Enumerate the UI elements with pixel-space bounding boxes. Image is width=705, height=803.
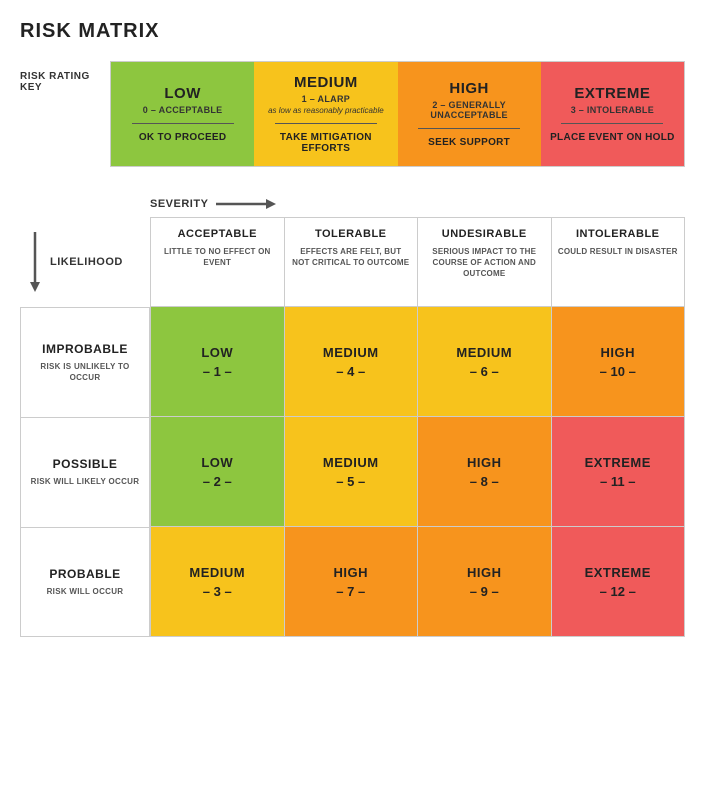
rating-cell-low: LOW 0 – ACCEPTABLE OK TO PROCEED <box>111 62 254 166</box>
cell-rating-possible-3: EXTREME <box>585 455 651 470</box>
likelihood-rows-container: IMPROBABLE RISK IS UNLIKELY TO OCCUR POSSI… <box>20 307 150 637</box>
severity-row: SEVERITY <box>20 195 685 213</box>
matrix-header-tolerable: TOLERABLE EFFECTS ARE FELT, BUT NOT CRITI… <box>284 217 418 307</box>
cell-rating-possible-0: LOW <box>201 455 233 470</box>
cell-number-possible-1: – 5 – <box>336 474 365 489</box>
rating-action-low: OK TO PROCEED <box>139 132 227 143</box>
rating-sub-low: 0 – ACCEPTABLE <box>143 105 223 115</box>
matrix-cell-possible-1: MEDIUM – 5 – <box>284 417 418 527</box>
risk-rating-section: RISK RATING KEY LOW 0 – ACCEPTABLE OK TO P… <box>20 61 685 167</box>
cell-rating-probable-0: MEDIUM <box>189 565 245 580</box>
matrix-cell-improbable-1: MEDIUM – 4 – <box>284 307 418 417</box>
rating-action-extreme: PLACE EVENT ON HOLD <box>550 132 675 143</box>
likelihood-main-possible: POSSIBLE <box>53 457 118 471</box>
rating-sub-extreme: 3 – INTOLERABLE <box>571 105 654 115</box>
matrix-cell-improbable-3: HIGH – 10 – <box>551 307 686 417</box>
cell-number-possible-2: – 8 – <box>470 474 499 489</box>
matrix-header-undesirable: UNDESIRABLE SERIOUS IMPACT TO THE COURSE … <box>417 217 551 307</box>
risk-rating-label: RISK RATING KEY <box>20 61 110 93</box>
cell-number-improbable-0: – 1 – <box>203 364 232 379</box>
matrix-row-possible: LOW – 2 – MEDIUM – 5 – HIGH – 8 – EXTREME – 11 … <box>150 417 685 527</box>
cell-rating-improbable-2: MEDIUM <box>456 345 512 360</box>
rating-main-medium: MEDIUM <box>294 74 358 91</box>
rating-cell-high: HIGH 2 – GENERALLY UNACCEPTABLE SEEK SUPPO… <box>398 62 541 166</box>
rating-main-low: LOW <box>164 85 201 102</box>
rating-divider-medium <box>275 123 377 124</box>
cell-rating-possible-2: HIGH <box>467 455 502 470</box>
rating-cell-extreme: EXTREME 3 – INTOLERABLE PLACE EVENT ON HOL… <box>541 62 684 166</box>
matrix-cell-possible-2: HIGH – 8 – <box>417 417 551 527</box>
cell-rating-probable-1: HIGH <box>334 565 369 580</box>
matrix-cell-possible-3: EXTREME – 11 – <box>551 417 686 527</box>
matrix-section: SEVERITY LIKELIHOOD IMPROBABLE RISK IS UN… <box>20 195 685 637</box>
cell-number-improbable-2: – 6 – <box>470 364 499 379</box>
likelihood-arrow-icon <box>26 232 44 292</box>
severity-arrow-icon <box>216 195 276 213</box>
likelihood-sub-improbable: RISK IS UNLIKELY TO OCCUR <box>29 361 141 383</box>
rating-italic-medium: as low as reasonably practicable <box>268 106 384 115</box>
likelihood-label: LIKELIHOOD <box>50 256 123 268</box>
matrix-header-main-undesirable: UNDESIRABLE <box>442 228 527 240</box>
rating-divider-extreme <box>561 123 663 124</box>
page-title: RISK MATRIX <box>20 20 685 43</box>
likelihood-header-cell: LIKELIHOOD <box>20 217 150 307</box>
matrix-header-sub-acceptable: LITTLE TO NO EFFECT ON EVENT <box>157 246 278 268</box>
likelihood-cell-improbable: IMPROBABLE RISK IS UNLIKELY TO OCCUR <box>20 307 150 417</box>
matrix-cell-improbable-2: MEDIUM – 6 – <box>417 307 551 417</box>
rating-main-high: HIGH <box>449 80 489 97</box>
matrix-header-main-intolerable: INTOLERABLE <box>576 228 660 240</box>
likelihood-main-improbable: IMPROBABLE <box>42 342 128 356</box>
likelihood-sub-probable: RISK WILL OCCUR <box>47 586 124 597</box>
likelihood-cell-possible: POSSIBLE RISK WILL LIKELY OCCUR <box>20 417 150 527</box>
cell-rating-probable-2: HIGH <box>467 565 502 580</box>
matrix-data-rows: LOW – 1 – MEDIUM – 4 – MEDIUM – 6 – HIGH – 10 –… <box>150 307 685 637</box>
cell-number-probable-3: – 12 – <box>600 584 636 599</box>
matrix-header-main-tolerable: TOLERABLE <box>315 228 387 240</box>
cell-rating-improbable-3: HIGH <box>601 345 636 360</box>
rating-divider-high <box>418 128 520 129</box>
matrix-cell-probable-1: HIGH – 7 – <box>284 527 418 637</box>
matrix-header-intolerable: INTOLERABLE COULD RESULT IN DISASTER <box>551 217 686 307</box>
severity-label: SEVERITY <box>150 198 208 210</box>
matrix-container: LIKELIHOOD IMPROBABLE RISK IS UNLIKELY TO… <box>20 217 685 637</box>
rating-sub-high: 2 – GENERALLY UNACCEPTABLE <box>406 100 533 120</box>
rating-key-grid: LOW 0 – ACCEPTABLE OK TO PROCEED MEDIUM 1 – … <box>110 61 685 167</box>
matrix-cell-possible-0: LOW – 2 – <box>150 417 284 527</box>
matrix-header-sub-undesirable: SERIOUS IMPACT TO THE COURSE OF ACTION A… <box>424 246 545 280</box>
matrix-header-row: ACCEPTABLE LITTLE TO NO EFFECT ON EVENT TO… <box>150 217 685 307</box>
matrix-header-main-acceptable: ACCEPTABLE <box>178 228 257 240</box>
rating-main-extreme: EXTREME <box>574 85 650 102</box>
matrix-cell-probable-0: MEDIUM – 3 – <box>150 527 284 637</box>
cell-number-improbable-1: – 4 – <box>336 364 365 379</box>
matrix-header-sub-tolerable: EFFECTS ARE FELT, BUT NOT CRITICAL TO OU… <box>291 246 412 268</box>
matrix-header-acceptable: ACCEPTABLE LITTLE TO NO EFFECT ON EVENT <box>150 217 284 307</box>
rating-sub-medium: 1 – ALARP <box>302 94 350 104</box>
rating-action-medium: TAKE MITIGATION EFFORTS <box>262 132 389 154</box>
cell-rating-probable-3: EXTREME <box>585 565 651 580</box>
matrix-row-probable: MEDIUM – 3 – HIGH – 7 – HIGH – 9 – EXTREME – 12… <box>150 527 685 637</box>
matrix-cell-probable-2: HIGH – 9 – <box>417 527 551 637</box>
cell-number-probable-1: – 7 – <box>336 584 365 599</box>
rating-cell-medium: MEDIUM 1 – ALARP as low as reasonably prac… <box>254 62 397 166</box>
likelihood-sub-possible: RISK WILL LIKELY OCCUR <box>31 476 140 487</box>
cell-number-possible-0: – 2 – <box>203 474 232 489</box>
cell-number-improbable-3: – 10 – <box>600 364 636 379</box>
cell-number-probable-2: – 9 – <box>470 584 499 599</box>
likelihood-cell-probable: PROBABLE RISK WILL OCCUR <box>20 527 150 637</box>
matrix-grid: ACCEPTABLE LITTLE TO NO EFFECT ON EVENT TO… <box>150 217 685 637</box>
cell-rating-improbable-1: MEDIUM <box>323 345 379 360</box>
cell-number-possible-3: – 11 – <box>600 474 635 489</box>
cell-rating-improbable-0: LOW <box>201 345 233 360</box>
matrix-cell-improbable-0: LOW – 1 – <box>150 307 284 417</box>
rating-action-high: SEEK SUPPORT <box>428 137 510 148</box>
rating-divider-low <box>132 123 234 124</box>
matrix-header-sub-intolerable: COULD RESULT IN DISASTER <box>558 246 678 257</box>
cell-rating-possible-1: MEDIUM <box>323 455 379 470</box>
matrix-cell-probable-3: EXTREME – 12 – <box>551 527 686 637</box>
cell-number-probable-0: – 3 – <box>203 584 232 599</box>
likelihood-label-wrapper: LIKELIHOOD <box>26 232 123 292</box>
likelihood-col: LIKELIHOOD IMPROBABLE RISK IS UNLIKELY TO… <box>20 217 150 637</box>
matrix-row-improbable: LOW – 1 – MEDIUM – 4 – MEDIUM – 6 – HIGH – 10 – <box>150 307 685 417</box>
likelihood-main-probable: PROBABLE <box>49 567 120 581</box>
